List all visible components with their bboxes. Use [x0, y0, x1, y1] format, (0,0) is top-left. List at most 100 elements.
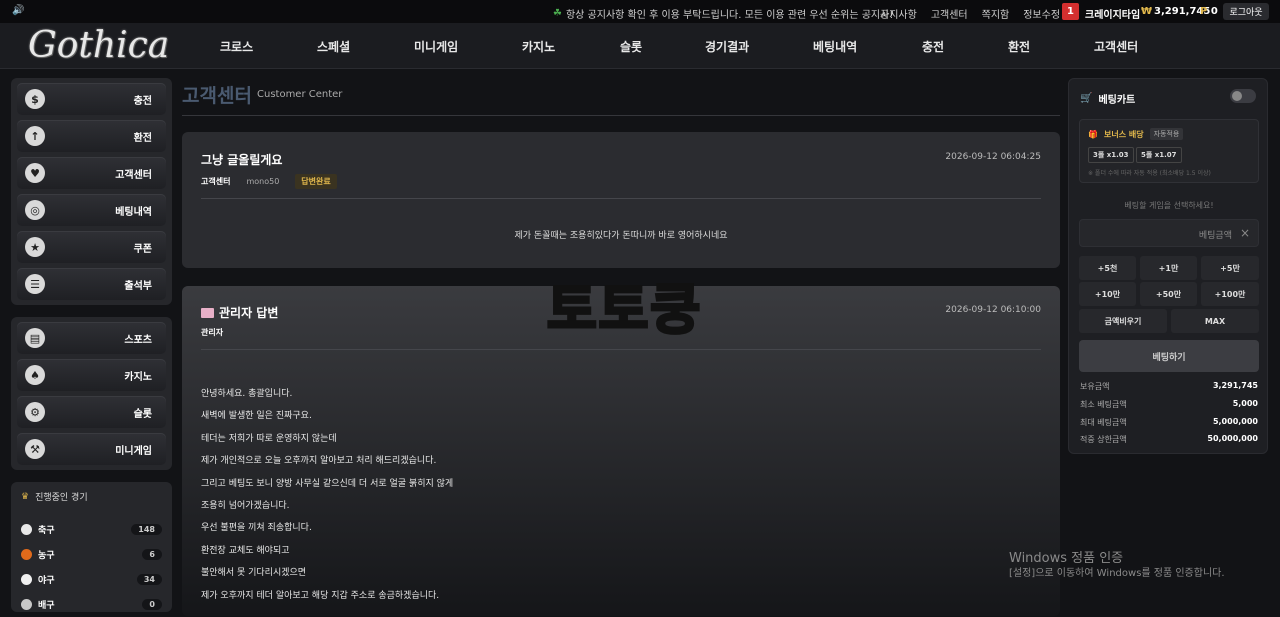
gear-icon: ⚙: [25, 402, 45, 422]
nav-deposit[interactable]: 충전: [922, 38, 944, 55]
joystick-icon: ⚒: [25, 439, 45, 459]
info-value: 5,000,000: [1212, 417, 1258, 426]
dollar-icon: $: [25, 89, 45, 109]
nav-minigame[interactable]: 미니게임: [414, 38, 458, 55]
envelope-icon: [201, 307, 214, 318]
live-item-baseball[interactable]: 야구 34: [21, 567, 162, 592]
question-title: 그냥 글올릴게요: [201, 153, 283, 167]
bet-amount-input[interactable]: 베팅금액 ×: [1079, 219, 1259, 247]
ticket-icon: ▤: [25, 328, 45, 348]
bet-amount-placeholder: 베팅금액: [1198, 231, 1232, 241]
link-messages[interactable]: 쪽지함: [982, 6, 1010, 21]
info-row: 적중 상한금액 50,000,000: [1080, 434, 1258, 445]
link-notice[interactable]: 공지사항: [880, 6, 917, 21]
sidebar-item-label: 베팅내역: [115, 206, 152, 218]
info-key: 최대 베팅금액: [1080, 418, 1127, 427]
place-bet-button[interactable]: 베팅하기: [1079, 340, 1259, 372]
sidebar-item-minigame[interactable]: ⚒ 미니게임: [17, 433, 166, 465]
left-sidebar: $ 충전 ↑ 환전 ♥ 고객센터 ◎ 베팅내역 ★ 쿠폰 ☰ 출석부 ▤ 스포츠 ♠ 카지노 ⚙…: [11, 78, 172, 612]
live-item-basketball[interactable]: 농구 6: [21, 542, 162, 567]
info-row: 최대 베팅금액 5,000,000: [1080, 417, 1258, 428]
answer-title-text: 관리자 답변: [219, 306, 279, 320]
quick-500k-button[interactable]: +50만: [1140, 282, 1197, 306]
nav-results[interactable]: 경기결과: [705, 38, 749, 55]
answer-line: 테더는 저희가 따로 운영하지 않는데: [201, 433, 337, 444]
nav-casino[interactable]: 카지노: [522, 38, 555, 55]
page-title: 고객센터: [182, 85, 252, 107]
sidebar-item-casino[interactable]: ♠ 카지노: [17, 359, 166, 391]
nav-cross[interactable]: 크로스: [220, 38, 253, 55]
quick-100k-button[interactable]: +10만: [1079, 282, 1136, 306]
sidebar-item-sports[interactable]: ▤ 스포츠: [17, 322, 166, 354]
gift-icon: 🎁: [1088, 129, 1098, 139]
link-support[interactable]: 고객센터: [931, 6, 968, 21]
info-key: 적중 상한금액: [1080, 435, 1127, 444]
bet-cart: 🛒 베팅카트 🎁 보너스 배당 자동적용 3폴 x1.03 5폴 x1.07 ※ 폴더…: [1068, 78, 1268, 454]
quick-10k-button[interactable]: +1만: [1140, 256, 1197, 280]
notice-ticker: ☘ 항상 공지사항 확인 후 이용 부탁드립니다. 모든 이용 관련 우선 순위…: [553, 6, 893, 21]
speaker-icon[interactable]: 🔊: [12, 5, 24, 16]
sidebar-item-deposit[interactable]: $ 충전: [17, 83, 166, 115]
question-body: 제가 돈꼴때는 조용히있다가 돈따니까 바로 영어하시네요: [514, 231, 728, 241]
won-icon: ₩: [1141, 6, 1153, 17]
sidebar-item-label: 환전: [133, 132, 152, 144]
site-logo[interactable]: Gothica: [28, 25, 169, 66]
sport-count: 148: [131, 524, 162, 535]
sidebar-item-withdraw[interactable]: ↑ 환전: [17, 120, 166, 152]
points-value: 0: [1210, 6, 1218, 17]
quick-5k-button[interactable]: +5천: [1079, 256, 1136, 280]
clear-amount-button[interactable]: 금액비우기: [1079, 309, 1167, 333]
sidebar-item-label: 스포츠: [124, 334, 152, 346]
cart-toggle[interactable]: [1230, 89, 1256, 103]
cart-icon: 🛒: [1080, 93, 1093, 104]
leaf-icon: ☘: [553, 8, 562, 19]
sidebar-item-label: 미니게임: [115, 445, 152, 457]
question-card: 그냥 글올릴게요 2026-09-12 06:04:25 고객센터 mono50…: [182, 132, 1060, 268]
nav-slot[interactable]: 슬롯: [620, 38, 642, 55]
sidebar-item-label: 충전: [133, 95, 152, 107]
sidebar-item-support[interactable]: ♥ 고객센터: [17, 157, 166, 189]
answer-line: 제가 개인적으로 오늘 오후까지 알아보고 처리 해드리겠습니다.: [201, 456, 437, 467]
bonus-title: 보너스 배당: [1103, 129, 1144, 139]
max-button[interactable]: MAX: [1171, 309, 1259, 333]
trophy-icon: ★: [25, 237, 45, 257]
sidebar-item-attendance[interactable]: ☰ 출석부: [17, 268, 166, 300]
logout-button[interactable]: 로그아웃: [1223, 3, 1269, 20]
sidebar-item-label: 카지노: [124, 371, 152, 383]
sidebar-item-label: 고객센터: [115, 169, 152, 181]
sidebar-item-bet-history[interactable]: ◎ 베팅내역: [17, 194, 166, 226]
bonus-note: ※ 폴더 수에 따라 자동 적용 (최소배당 1.5 이상): [1088, 170, 1211, 177]
link-profile[interactable]: 정보수정: [1023, 6, 1060, 21]
live-title: 진행중인 경기: [35, 493, 88, 503]
sidebar-item-slot[interactable]: ⚙ 슬롯: [17, 396, 166, 428]
live-header: ♛ 진행중인 경기: [21, 490, 162, 504]
sport-count: 34: [136, 574, 162, 585]
quick-50k-button[interactable]: +5만: [1201, 256, 1259, 280]
nav-bet-history[interactable]: 베팅내역: [813, 38, 857, 55]
sidebar-item-label: 출석부: [124, 280, 152, 292]
nav-support[interactable]: 고객센터: [1094, 38, 1138, 55]
answer-line: 불안해서 못 기다리시겠으면: [201, 568, 307, 579]
nav-withdraw[interactable]: 환전: [1008, 38, 1030, 55]
top-bar: 🔊 ☘ 항상 공지사항 확인 후 이용 부탁드립니다. 모든 이용 관련 우선 …: [0, 0, 1280, 23]
question-date: 2026-09-12 06:04:25: [945, 152, 1041, 162]
question-user: mono50: [246, 177, 280, 186]
answer-date: 2026-09-12 06:10:00: [945, 305, 1041, 315]
target-icon: ◎: [25, 200, 45, 220]
sidebar-item-label: 쿠폰: [133, 243, 152, 255]
status-badge: 답변완료: [295, 174, 337, 189]
points-icon: P: [1200, 6, 1208, 17]
nav-special[interactable]: 스페셜: [317, 38, 350, 55]
quick-1m-button[interactable]: +100만: [1201, 282, 1259, 306]
fold-badge: 3폴 x1.03: [1088, 147, 1134, 163]
answer-line: 안녕하세요. 총괄입니다.: [201, 389, 293, 399]
page-subtitle: Customer Center: [257, 89, 343, 100]
bonus-header: 🎁 보너스 배당 자동적용: [1088, 128, 1184, 140]
cart-title: 베팅카트: [1098, 95, 1136, 106]
question-category: 고객센터: [201, 177, 231, 186]
username[interactable]: 크레이지타임: [1085, 6, 1140, 21]
live-item-soccer[interactable]: 축구 148: [21, 517, 162, 542]
sidebar-item-coupon[interactable]: ★ 쿠폰: [17, 231, 166, 263]
clear-icon[interactable]: ×: [1240, 226, 1250, 240]
card-icon: ♠: [25, 365, 45, 385]
